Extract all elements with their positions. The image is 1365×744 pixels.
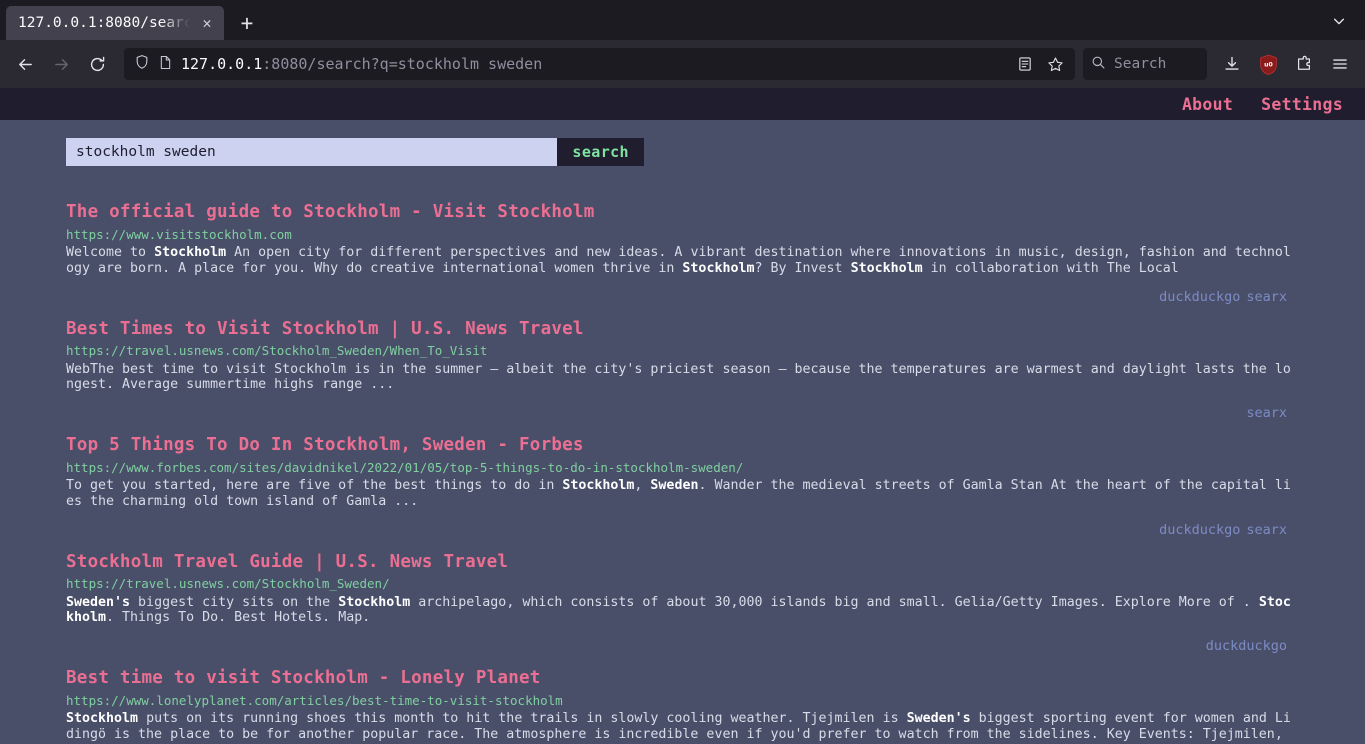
result-url[interactable]: https://www.lonelyplanet.com/articles/be…: [66, 693, 1299, 709]
result-engines: duckduckgo searx: [66, 522, 1299, 538]
result-snippet: WebThe best time to visit Stockholm is i…: [66, 361, 1291, 393]
svg-text:u0: u0: [1264, 61, 1273, 68]
search-button[interactable]: search: [557, 138, 644, 166]
engine-label: duckduckgo: [1159, 288, 1241, 305]
browser-window: 127.0.0.1:8080/search ✕ + 127.0.0.1:8080…: [0, 0, 1365, 744]
engine-label: duckduckgo: [1159, 521, 1241, 538]
search-result: The official guide to Stockholm - Visit …: [66, 202, 1299, 305]
tab-strip: 127.0.0.1:8080/search ✕ +: [0, 0, 1365, 40]
result-snippet: Welcome to Stockholm An open city for di…: [66, 245, 1291, 276]
search-result: Top 5 Things To Do In Stockholm, Sweden …: [66, 435, 1299, 538]
result-url[interactable]: https://travel.usnews.com/Stockholm_Swed…: [66, 343, 1299, 359]
result-url[interactable]: https://www.forbes.com/sites/davidnikel/…: [66, 460, 1299, 476]
new-tab-button[interactable]: +: [230, 6, 264, 40]
back-arrow-icon[interactable]: [8, 48, 42, 80]
result-snippet: To get you started, here are five of the…: [66, 478, 1291, 509]
search-result: Best Times to Visit Stockholm | U.S. New…: [66, 319, 1299, 422]
extensions-icon[interactable]: [1287, 48, 1321, 80]
result-engines: searx: [66, 405, 1299, 421]
result-title-link[interactable]: Top 5 Things To Do In Stockholm, Sweden …: [66, 435, 1299, 457]
engine-label: searx: [1246, 521, 1287, 538]
result-url[interactable]: https://travel.usnews.com/Stockholm_Swed…: [66, 576, 1299, 592]
search-form: search: [66, 138, 644, 166]
search-icon: [1091, 55, 1106, 74]
navigation-toolbar: 127.0.0.1:8080/search?q=stockholm sweden…: [0, 40, 1365, 88]
reload-icon[interactable]: [80, 48, 114, 80]
url-path: :8080/search?q=stockholm sweden: [262, 55, 543, 73]
url-text: 127.0.0.1:8080/search?q=stockholm sweden: [181, 55, 1003, 73]
search-input[interactable]: [66, 138, 558, 166]
result-engines: duckduckgo: [66, 638, 1299, 654]
search-results-list: The official guide to Stockholm - Visit …: [0, 202, 1365, 744]
result-snippet: Sweden's biggest city sits on the Stockh…: [66, 594, 1291, 626]
url-bar[interactable]: 127.0.0.1:8080/search?q=stockholm sweden: [124, 48, 1075, 80]
tab-title: 127.0.0.1:8080/search: [18, 15, 192, 31]
bookmark-star-icon[interactable]: [1041, 51, 1069, 77]
result-engines: duckduckgo searx: [66, 289, 1299, 305]
engine-label: duckduckgo: [1205, 638, 1287, 654]
url-host: 127.0.0.1: [181, 55, 263, 73]
nav-link-settings[interactable]: Settings: [1261, 95, 1343, 114]
page-content: About Settings search The official guide…: [0, 88, 1365, 744]
page-icon[interactable]: [158, 55, 173, 74]
result-title-link[interactable]: Best time to visit Stockholm - Lonely Pl…: [66, 668, 1299, 690]
search-result: Stockholm Travel Guide | U.S. News Trave…: [66, 552, 1299, 655]
hamburger-menu-icon[interactable]: [1323, 48, 1357, 80]
reader-view-icon[interactable]: [1011, 51, 1039, 77]
result-url[interactable]: https://www.visitstockholm.com: [66, 227, 1299, 243]
chevron-down-icon[interactable]: [1325, 8, 1353, 34]
result-title-link[interactable]: Stockholm Travel Guide | U.S. News Trave…: [66, 552, 1299, 574]
browser-tab[interactable]: 127.0.0.1:8080/search ✕: [6, 6, 224, 40]
toolbar-search-placeholder: Search: [1114, 56, 1167, 72]
search-result: Best time to visit Stockholm - Lonely Pl…: [66, 668, 1299, 744]
result-title-link[interactable]: Best Times to Visit Stockholm | U.S. New…: [66, 319, 1299, 341]
toolbar-search-box[interactable]: Search: [1083, 48, 1207, 80]
result-snippet: Stockholm puts on its running shoes this…: [66, 711, 1291, 744]
shield-icon[interactable]: [134, 54, 150, 74]
close-icon[interactable]: ✕: [198, 14, 216, 32]
engine-label: searx: [1246, 405, 1287, 421]
ublock-origin-icon[interactable]: u0: [1251, 48, 1285, 80]
downloads-icon[interactable]: [1215, 48, 1249, 80]
nav-link-about[interactable]: About: [1182, 95, 1233, 114]
site-header: About Settings: [0, 88, 1365, 120]
result-title-link[interactable]: The official guide to Stockholm - Visit …: [66, 202, 1299, 224]
forward-arrow-icon: [44, 48, 78, 80]
engine-label: searx: [1246, 288, 1287, 305]
